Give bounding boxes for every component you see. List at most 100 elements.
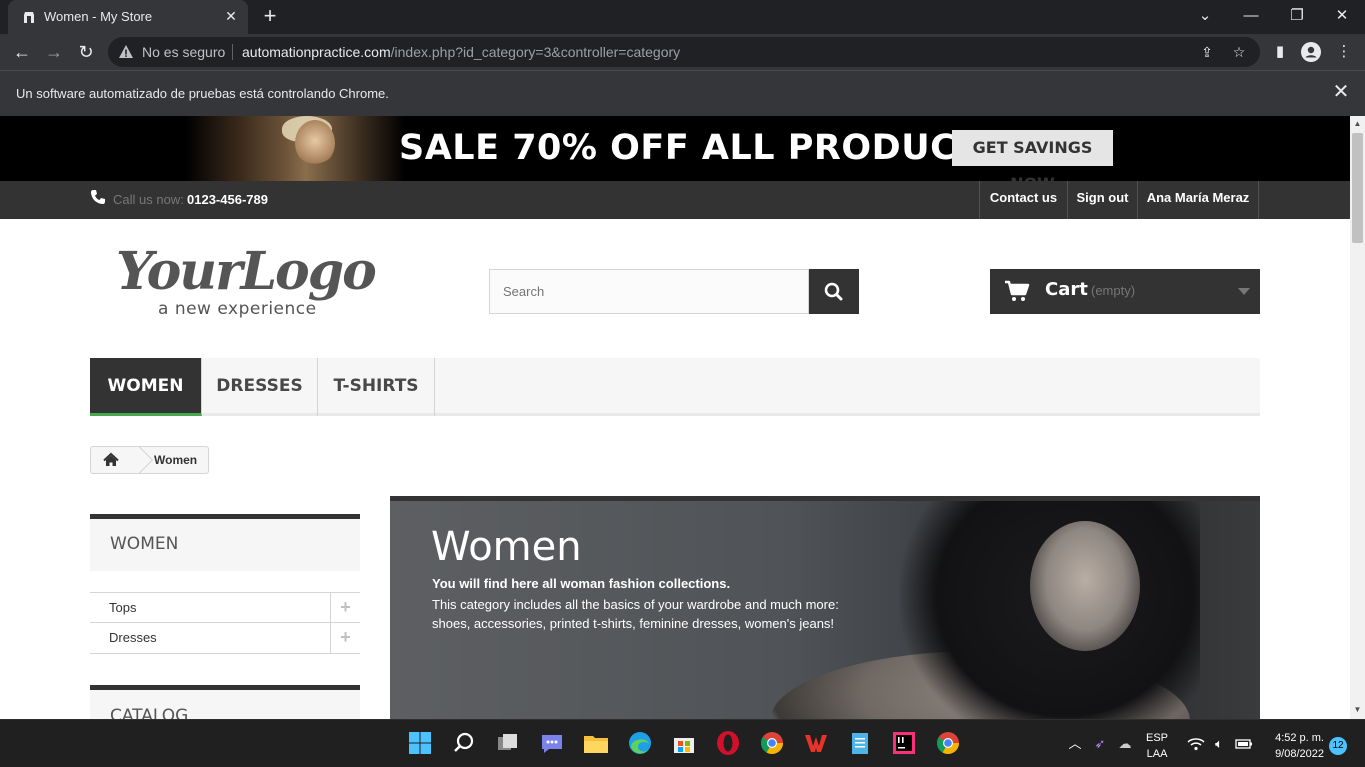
tab-search-icon[interactable]: ⌄: [1182, 4, 1228, 28]
notification-count-badge[interactable]: 12: [1329, 737, 1347, 755]
search-taskbar-icon[interactable]: [449, 728, 479, 758]
cart-status: (empty): [1091, 283, 1136, 298]
bookmark-star-icon[interactable]: ☆: [1230, 43, 1248, 61]
sidebar-item-tops[interactable]: Tops +: [90, 592, 360, 623]
expand-plus-icon[interactable]: +: [330, 623, 360, 653]
category-lead: You will find here all woman fashion col…: [432, 576, 731, 591]
contact-us-link[interactable]: Contact us: [979, 181, 1067, 219]
edge-browser-icon[interactable]: [625, 728, 655, 758]
phone-icon: [91, 190, 105, 204]
scroll-down-icon[interactable]: ▼: [1353, 706, 1362, 714]
windows-start-icon[interactable]: [405, 728, 435, 758]
call-us-number: 0123-456-789: [187, 192, 268, 207]
cart-dropdown-icon: [1238, 288, 1250, 295]
browser-tab-active[interactable]: Women - My Store ✕: [8, 0, 248, 34]
keyboard-layout-code: LAA: [1146, 748, 1168, 760]
side-panel-icon[interactable]: ▮: [1270, 42, 1290, 62]
omnibox-separator: [232, 44, 233, 60]
windows-taskbar: ︿ ➶ ☁ ESP LAA 🔈︎ 4:52 p. m. 9/08/2022 12: [0, 719, 1365, 767]
address-bar[interactable]: No es seguro automationpractice.com/inde…: [108, 37, 1260, 67]
store-favicon-icon: [24, 12, 34, 23]
page-scrollbar[interactable]: ▲ ▼: [1350, 116, 1365, 719]
clock-date: 9/08/2022: [1275, 748, 1324, 760]
scroll-up-icon[interactable]: ▲: [1353, 120, 1362, 128]
volume-icon[interactable]: 🔈︎: [1210, 735, 1228, 753]
taskbar-clock[interactable]: 4:52 p. m. 9/08/2022: [1264, 730, 1324, 762]
sign-out-link[interactable]: Sign out: [1067, 181, 1137, 219]
top-navbar: Call us now: 0123-456-789 Contact us Sig…: [0, 181, 1350, 219]
category-title: Women: [431, 524, 582, 570]
sidebar-catalog-block: CATALOG: [90, 685, 360, 719]
notepad-icon[interactable]: [845, 728, 875, 758]
search-icon: [824, 282, 843, 301]
task-view-icon[interactable]: [493, 728, 523, 758]
search-button[interactable]: [809, 269, 859, 314]
profile-icon[interactable]: [1301, 42, 1321, 62]
sidebar-item-dresses[interactable]: Dresses +: [90, 623, 360, 654]
expand-plus-icon[interactable]: +: [330, 593, 360, 623]
sidebar-women-block: WOMEN: [90, 514, 360, 571]
page-viewport: SALE 70% OFF ALL PRODUCTS GET SAVINGS NO…: [0, 116, 1350, 719]
category-description: This category includes all the basics of…: [432, 597, 839, 631]
clock-time: 4:52 p. m.: [1275, 732, 1324, 744]
infobar-message: Un software automatizado de pruebas está…: [16, 86, 389, 101]
chrome-browser-icon[interactable]: [757, 728, 787, 758]
browser-tabstrip: Women - My Store ✕ + ⌄ — ❐ ✕: [0, 0, 1365, 34]
tab-close-icon[interactable]: ✕: [222, 7, 240, 25]
infobar-close-icon[interactable]: ✕: [1331, 82, 1351, 102]
microsoft-store-icon[interactable]: [669, 728, 699, 758]
wps-office-icon[interactable]: [801, 728, 831, 758]
cart-button[interactable]: Cart (empty): [990, 269, 1260, 314]
hero-model-face: [1030, 521, 1140, 651]
menu-item-women[interactable]: WOMEN: [90, 358, 202, 416]
minimize-icon[interactable]: —: [1228, 4, 1274, 28]
language-code: ESP: [1146, 732, 1169, 744]
file-explorer-icon[interactable]: [581, 728, 611, 758]
get-savings-button[interactable]: GET SAVINGS NOW: [952, 130, 1113, 193]
opera-browser-icon[interactable]: [713, 728, 743, 758]
restore-icon[interactable]: ❐: [1274, 4, 1320, 28]
store-logo[interactable]: YourLogo a new experience: [116, 241, 406, 321]
battery-charging-icon[interactable]: [1235, 735, 1253, 753]
intellij-idea-icon[interactable]: [889, 728, 919, 758]
sidebar-item-label[interactable]: Tops: [109, 600, 136, 615]
tray-feather-icon[interactable]: ➶: [1091, 735, 1109, 753]
logo-tagline: a new experience: [158, 299, 317, 319]
teams-chat-icon[interactable]: [537, 728, 567, 758]
tray-cloud-offline-icon[interactable]: ☁: [1116, 735, 1134, 753]
category-hero-banner: Women You will find here all woman fashi…: [390, 496, 1260, 719]
banner-headline: SALE 70% OFF ALL PRODUCTS: [399, 128, 1007, 168]
breadcrumb-current: Women: [154, 453, 198, 467]
sale-banner[interactable]: SALE 70% OFF ALL PRODUCTS GET SAVINGS NO…: [0, 116, 1350, 193]
shopping-cart-icon: [1005, 280, 1030, 301]
forward-icon[interactable]: →: [42, 40, 66, 64]
battery-icon: [1235, 739, 1252, 749]
scroll-thumb[interactable]: [1352, 133, 1363, 243]
warning-icon[interactable]: [118, 44, 134, 60]
sidebar-women-title[interactable]: WOMEN: [110, 534, 178, 554]
sidebar-item-label[interactable]: Dresses: [109, 630, 157, 645]
back-icon[interactable]: ←: [10, 40, 34, 64]
main-menu: WOMEN DRESSES T-SHIRTS: [90, 358, 1260, 416]
menu-item-dresses[interactable]: DRESSES: [202, 358, 318, 416]
tray-overflow-chevron-icon[interactable]: ︿: [1066, 735, 1084, 753]
search-input[interactable]: [489, 269, 809, 314]
logo-main-text: YourLogo: [116, 241, 377, 302]
wifi-icon[interactable]: [1187, 735, 1205, 753]
account-name-link[interactable]: Ana María Meraz: [1137, 181, 1259, 219]
input-language-indicator[interactable]: ESP LAA: [1146, 730, 1168, 762]
menu-kebab-icon[interactable]: ⋮: [1334, 42, 1354, 62]
new-tab-button[interactable]: +: [260, 5, 280, 28]
close-window-icon[interactable]: ✕: [1319, 4, 1365, 28]
url-host: automationpractice.com: [242, 44, 391, 60]
url-text[interactable]: automationpractice.com/index.php?id_cate…: [242, 44, 680, 60]
menu-item-tshirts[interactable]: T-SHIRTS: [318, 358, 435, 416]
share-icon[interactable]: ⇪: [1198, 43, 1216, 61]
banner-model-face: [295, 120, 335, 166]
profile-avatar-icon: [1301, 42, 1321, 62]
automation-infobar: Un software automatizado de pruebas está…: [0, 70, 1365, 116]
sidebar-category-list: Tops + Dresses +: [90, 592, 360, 654]
chrome-active-window-icon[interactable]: [933, 728, 963, 758]
reload-icon[interactable]: ↻: [74, 40, 98, 64]
not-secure-label[interactable]: No es seguro: [142, 44, 225, 60]
